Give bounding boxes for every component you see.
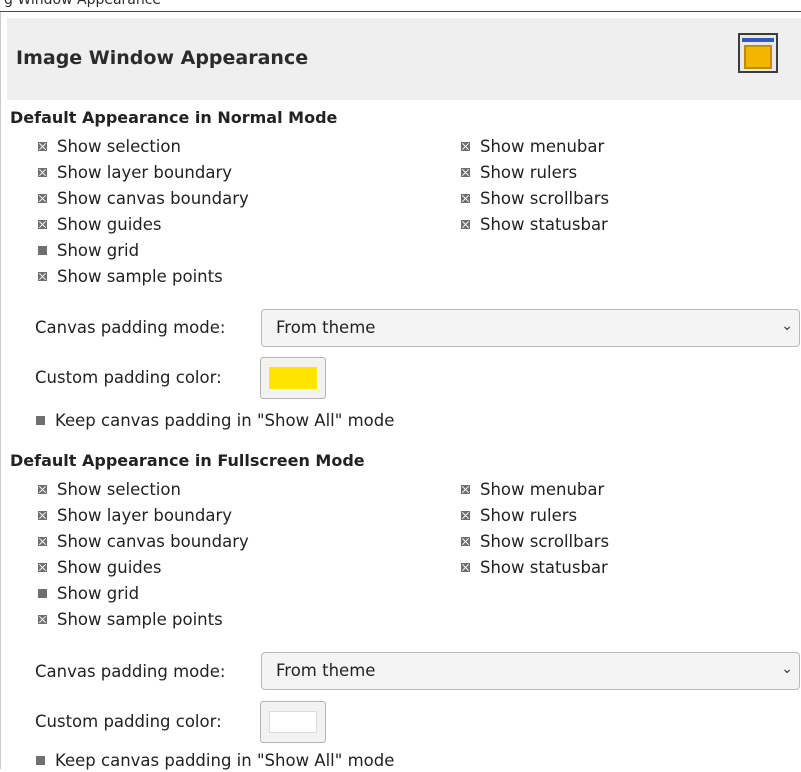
checkbox-checked-icon: [461, 563, 470, 572]
checkbox-show-menubar[interactable]: Show menubar: [461, 479, 604, 501]
checkbox-show-selection[interactable]: Show selection: [38, 479, 181, 501]
checkbox-show-canvas-boundary[interactable]: Show canvas boundary: [38, 188, 249, 210]
checkbox-checked-icon: [38, 194, 47, 203]
checkbox-checked-icon: [38, 142, 47, 151]
checkbox-box: [36, 416, 45, 425]
checkbox-checked-icon: [38, 272, 47, 281]
fullscreen-padding-color-button[interactable]: [260, 701, 326, 743]
checkbox-label: Show scrollbars: [480, 532, 610, 551]
checkbox-label: Show selection: [57, 137, 181, 156]
cutoff-title-text: g Window Appearance: [4, 0, 162, 8]
checkbox-label: Show sample points: [57, 610, 223, 629]
checkbox-show-layer-boundary[interactable]: Show layer boundary: [38, 505, 232, 527]
top-cutoff-bar: g Window Appearance: [0, 0, 801, 12]
checkbox-checked-icon: [38, 511, 47, 520]
checkbox-label: Show rulers: [480, 506, 578, 525]
chevron-down-icon: ⌄: [781, 318, 793, 334]
icon-canvas: [744, 45, 772, 69]
page-title: Image Window Appearance: [16, 47, 309, 69]
checkbox-label: Show layer boundary: [57, 506, 233, 525]
checkbox-show-statusbar[interactable]: Show statusbar: [461, 557, 608, 579]
checkbox-label: Keep canvas padding in "Show All" mode: [55, 751, 395, 770]
checkbox-show-sample-points[interactable]: Show sample points: [38, 266, 223, 288]
fullscreen-padding-mode-dropdown[interactable]: From theme ⌄: [261, 652, 800, 690]
checkbox-show-canvas-boundary[interactable]: Show canvas boundary: [38, 531, 249, 553]
checkbox-show-scrollbars[interactable]: Show scrollbars: [461, 531, 609, 553]
checkbox-show-statusbar[interactable]: Show statusbar: [461, 214, 608, 236]
checkbox-show-menubar[interactable]: Show menubar: [461, 136, 604, 158]
checkbox-label: Show layer boundary: [57, 163, 233, 182]
checkbox-label: Show scrollbars: [480, 189, 610, 208]
image-window-icon: [738, 33, 778, 73]
fullscreen-padding-mode-label: Canvas padding mode:: [35, 662, 226, 681]
checkbox-checked-icon: [38, 563, 47, 572]
checkbox-show-scrollbars[interactable]: Show scrollbars: [461, 188, 609, 210]
normal-padding-color-button[interactable]: [260, 357, 326, 399]
checkbox-checked-icon: [461, 537, 470, 546]
checkbox-box: [36, 756, 45, 765]
checkbox-checked-icon: [461, 511, 470, 520]
checkbox-label: Show guides: [57, 215, 162, 234]
normal-mode-section-title: Default Appearance in Normal Mode: [10, 108, 338, 127]
checkbox-label: Show guides: [57, 558, 162, 577]
icon-titlebar: [742, 38, 774, 42]
checkbox-checked-icon: [461, 142, 470, 151]
normal-padding-color-swatch: [269, 367, 317, 389]
checkbox-label: Show sample points: [57, 267, 223, 286]
checkbox-checked-icon: [461, 220, 470, 229]
checkbox-checked-icon: [38, 485, 47, 494]
checkbox-show-sample-points[interactable]: Show sample points: [38, 609, 223, 631]
fullscreen-padding-color-swatch: [269, 711, 317, 733]
checkbox-show-grid[interactable]: Show grid: [38, 583, 139, 605]
checkbox-checked-icon: [461, 485, 470, 494]
checkbox-unchecked-icon: [38, 246, 47, 255]
checkbox-unchecked-icon: [38, 589, 47, 598]
checkbox-show-layer-boundary[interactable]: Show layer boundary: [38, 162, 232, 184]
checkbox-checked-icon: [461, 168, 470, 177]
fullscreen-mode-section-title: Default Appearance in Fullscreen Mode: [10, 451, 365, 470]
checkbox-label: Show menubar: [480, 480, 605, 499]
checkbox-show-rulers[interactable]: Show rulers: [461, 162, 577, 184]
checkbox-show-guides[interactable]: Show guides: [38, 214, 162, 236]
checkbox-show-rulers[interactable]: Show rulers: [461, 505, 577, 527]
checkbox-checked-icon: [38, 220, 47, 229]
checkbox-show-guides[interactable]: Show guides: [38, 557, 162, 579]
checkbox-label: Keep canvas padding in "Show All" mode: [55, 411, 395, 430]
checkbox-label: Show canvas boundary: [57, 532, 249, 551]
checkbox-label: Show statusbar: [480, 215, 608, 234]
chevron-down-icon: ⌄: [781, 661, 793, 677]
normal-padding-color-label: Custom padding color:: [35, 368, 222, 387]
checkbox-show-grid[interactable]: Show grid: [38, 240, 139, 262]
normal-padding-mode-dropdown[interactable]: From theme ⌄: [261, 309, 800, 347]
checkbox-label: Show rulers: [480, 163, 578, 182]
checkbox-label: Show menubar: [480, 137, 605, 156]
fullscreen-padding-color-label: Custom padding color:: [35, 712, 222, 731]
fullscreen-padding-mode-value: From theme: [276, 661, 376, 680]
checkbox-checked-icon: [38, 615, 47, 624]
checkbox-label: Show grid: [57, 584, 140, 603]
checkbox-checked-icon: [38, 537, 47, 546]
checkbox-show-selection[interactable]: Show selection: [38, 136, 181, 158]
checkbox-checked-icon: [461, 194, 470, 203]
normal-padding-mode-label: Canvas padding mode:: [35, 318, 226, 337]
normal-padding-mode-value: From theme: [276, 318, 376, 337]
checkbox-label: Show grid: [57, 241, 140, 260]
normal-keep-padding-checkbox[interactable]: Keep canvas padding in "Show All" mode: [36, 410, 394, 432]
checkbox-label: Show canvas boundary: [57, 189, 249, 208]
checkbox-label: Show statusbar: [480, 558, 608, 577]
checkbox-label: Show selection: [57, 480, 181, 499]
checkbox-checked-icon: [38, 168, 47, 177]
